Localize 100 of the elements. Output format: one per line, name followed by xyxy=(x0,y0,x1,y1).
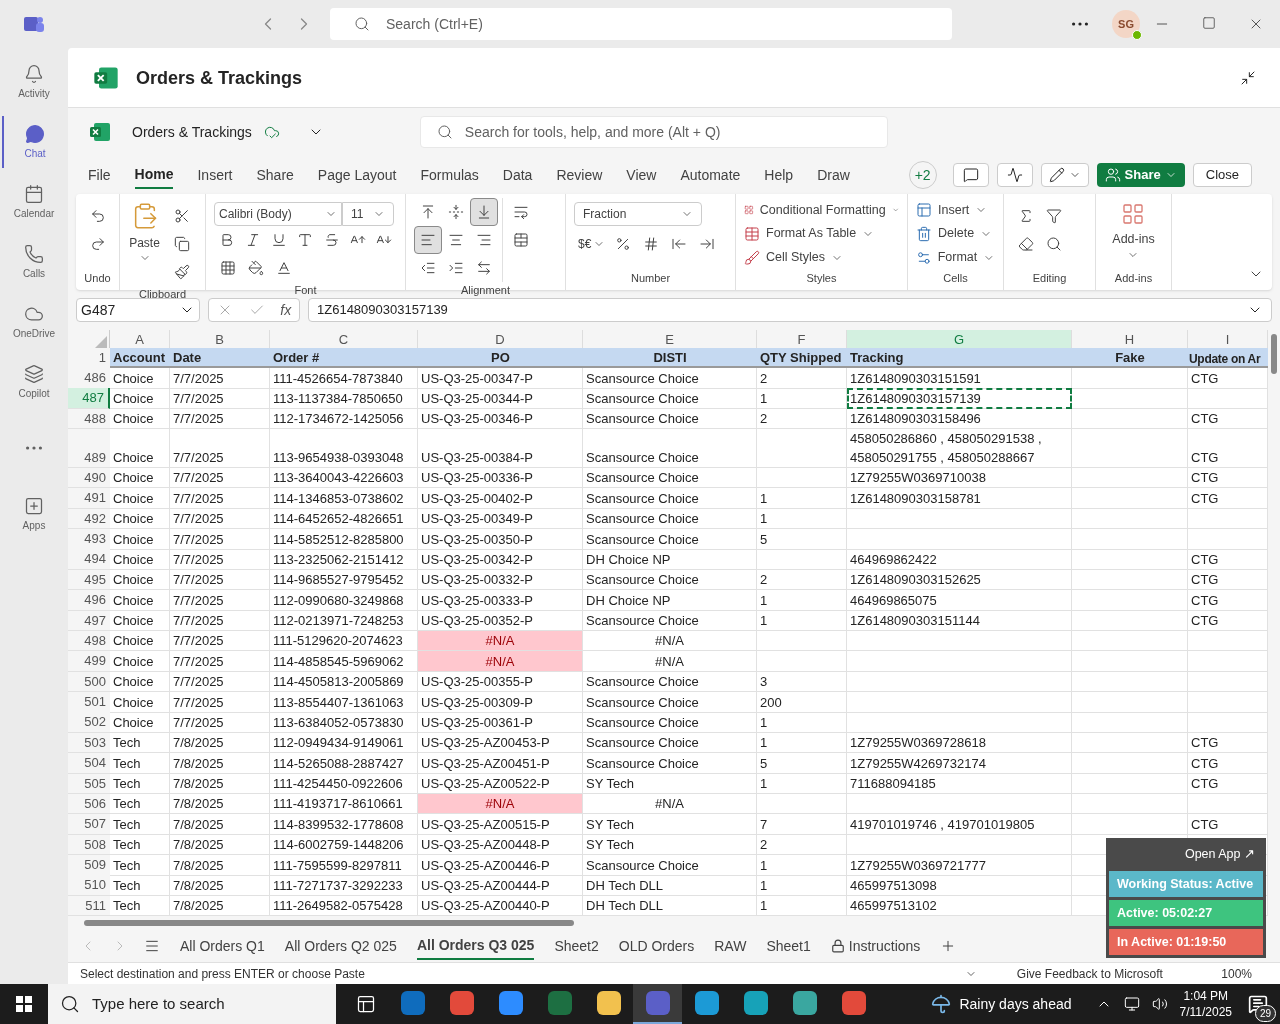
taskbar-app[interactable] xyxy=(633,984,682,1024)
ribbon-tab[interactable]: Home xyxy=(134,161,174,189)
row-number[interactable]: 493 xyxy=(68,529,110,550)
cells-menu-button[interactable]: Insert xyxy=(916,198,995,222)
menu-icon[interactable] xyxy=(144,938,160,954)
sheet-tab[interactable]: Sheet2 xyxy=(554,932,599,960)
start-icon[interactable] xyxy=(16,996,32,1012)
ribbon-tab[interactable]: Automate xyxy=(680,161,741,189)
row-number[interactable]: 506 xyxy=(68,793,110,815)
row-number[interactable]: 505 xyxy=(68,773,110,794)
number-format-dropdown[interactable]: Fraction xyxy=(574,202,702,226)
open-app-link[interactable]: Open App ↗ xyxy=(1184,841,1263,868)
more-icon[interactable] xyxy=(1072,22,1088,26)
feedback-link[interactable]: Give Feedback to Microsoft xyxy=(1016,964,1163,983)
volume-icon[interactable] xyxy=(1151,996,1168,1012)
row-number[interactable]: 497 xyxy=(68,610,110,631)
ribbon-tab[interactable]: Draw xyxy=(817,161,850,189)
row-number[interactable]: 486 xyxy=(68,368,110,389)
cells-menu-button[interactable]: Delete xyxy=(916,221,995,246)
align-left-button[interactable] xyxy=(414,226,442,254)
row-number[interactable]: 511 xyxy=(68,895,110,917)
clock-date[interactable]: 7/11/2025 xyxy=(1179,1004,1232,1020)
row-number[interactable]: 503 xyxy=(68,732,110,754)
ribbon-tab[interactable]: Formulas xyxy=(420,161,479,189)
activity-button[interactable] xyxy=(996,163,1033,187)
ribbon-tab[interactable]: Data xyxy=(502,161,533,189)
sheet-tab[interactable]: All Orders Q2 025 xyxy=(284,932,397,960)
name-box[interactable]: G487 xyxy=(76,298,200,322)
rail-item[interactable]: Calendar xyxy=(2,176,66,228)
sheet-tab[interactable]: RAW xyxy=(714,932,747,960)
ribbon-tab[interactable]: Insert xyxy=(197,161,233,189)
notification-count[interactable]: 29 xyxy=(1254,1005,1276,1022)
font-size-dropdown[interactable]: 11 xyxy=(342,202,394,226)
ribbon-tab[interactable]: Help xyxy=(764,161,794,189)
row-number[interactable]: 502 xyxy=(68,712,110,733)
rail-item[interactable]: Chat xyxy=(2,116,66,168)
vertical-scrollbar[interactable] xyxy=(1271,334,1277,374)
row-number[interactable]: 490 xyxy=(68,467,110,489)
sheet-tab[interactable]: OLD Orders xyxy=(618,932,695,960)
cells-menu-button[interactable]: Format xyxy=(916,245,995,270)
maximize-icon[interactable] xyxy=(1202,16,1216,30)
taskbar-search-field[interactable]: Type here to search xyxy=(48,984,336,1024)
row-number[interactable]: 498 xyxy=(68,630,110,652)
rail-item[interactable]: Apps xyxy=(2,488,66,540)
paste-button[interactable]: Paste xyxy=(129,202,160,286)
styles-menu-button[interactable]: Cell Styles xyxy=(744,245,899,270)
styles-menu-button[interactable]: Conditional Formatting xyxy=(744,198,899,222)
row-number[interactable]: 507 xyxy=(68,814,110,835)
row-number[interactable]: 488 xyxy=(68,408,110,430)
row-number[interactable]: 492 xyxy=(68,508,110,530)
currency-button[interactable]: $€ xyxy=(574,230,610,258)
sheet-tab[interactable]: Instructions xyxy=(830,932,921,960)
task-view-icon[interactable] xyxy=(356,994,376,1014)
row-number[interactable]: 496 xyxy=(68,590,110,611)
row-number[interactable]: 508 xyxy=(68,834,110,856)
network-icon[interactable] xyxy=(1123,996,1140,1012)
ribbon-tab[interactable]: Share xyxy=(256,161,294,189)
row-number[interactable]: 494 xyxy=(68,549,110,570)
sheet-tab[interactable]: All Orders Q3 025 xyxy=(416,932,535,960)
rail-item[interactable]: Activity xyxy=(2,56,66,108)
zoom-level[interactable]: 100% xyxy=(1221,964,1252,983)
ribbon-tab[interactable]: File xyxy=(88,161,111,189)
weather-text[interactable]: Rainy days ahead xyxy=(959,993,1072,1015)
column-header[interactable]: G xyxy=(847,330,1072,350)
formula-input[interactable]: 1Z6148090303157139 xyxy=(308,298,1272,322)
row-number[interactable]: 500 xyxy=(68,671,110,693)
row-number[interactable]: 489 xyxy=(68,429,110,469)
avatar[interactable]: SG xyxy=(1112,10,1140,38)
share-button[interactable]: Share xyxy=(1096,163,1185,187)
sheet-tab[interactable]: Sheet1 xyxy=(766,932,811,960)
ribbon-tab[interactable]: Review xyxy=(556,161,603,189)
ribbon-tab[interactable]: Page Layout xyxy=(317,161,397,189)
workbook-name[interactable]: Orders & Trackings xyxy=(132,122,252,142)
search-field[interactable]: Search for tools, help, and more (Alt + Q) xyxy=(419,116,888,148)
row-number[interactable]: 495 xyxy=(68,569,110,591)
collapse-icon[interactable] xyxy=(1240,69,1256,86)
row-number[interactable]: 491 xyxy=(68,488,110,509)
rail-item[interactable]: OneDrive xyxy=(2,296,66,348)
row-number[interactable]: 510 xyxy=(68,875,110,896)
rail-item[interactable]: Copilot xyxy=(2,356,66,408)
horizontal-scrollbar[interactable] xyxy=(84,920,574,926)
add-ins-button[interactable]: Add-ins xyxy=(1112,202,1155,261)
align-bottom-button[interactable] xyxy=(470,198,498,226)
search-field[interactable]: Search (Ctrl+E) xyxy=(330,8,952,40)
row-number[interactable]: 499 xyxy=(68,651,110,672)
editing-mode-button[interactable] xyxy=(1040,163,1089,187)
close-button[interactable]: Close xyxy=(1192,163,1252,187)
row-number[interactable]: 509 xyxy=(68,855,110,876)
font-dropdown[interactable]: Calibri (Body) xyxy=(214,202,342,226)
row-number[interactable]: 1 xyxy=(68,348,110,368)
styles-menu-button[interactable]: Format As Table xyxy=(744,221,899,246)
comment-button[interactable] xyxy=(952,163,989,187)
row-number[interactable]: 487 xyxy=(68,388,110,409)
function-label[interactable]: fx xyxy=(280,300,292,320)
rail-item[interactable]: Calls xyxy=(2,236,66,288)
clock-time[interactable]: 1:04 PM xyxy=(1183,988,1229,1004)
sheet-tab[interactable]: All Orders Q1 xyxy=(180,932,265,960)
ribbon-tab[interactable]: View xyxy=(626,161,657,189)
row-number[interactable]: 504 xyxy=(68,753,110,774)
row-number[interactable]: 501 xyxy=(68,692,110,713)
